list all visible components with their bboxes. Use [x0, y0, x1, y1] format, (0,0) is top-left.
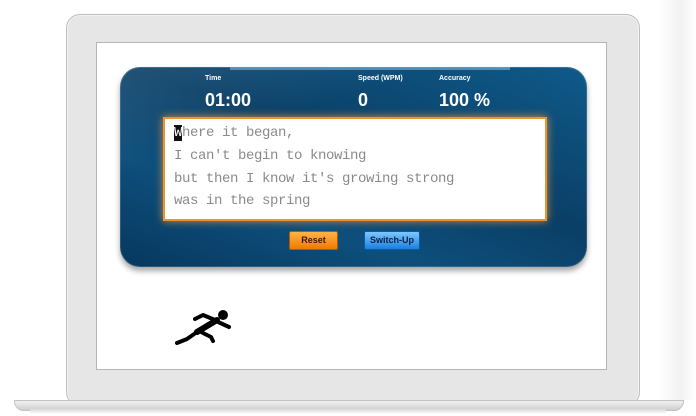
text-line-3: but then I know it's growing strong [174, 171, 455, 187]
background-decoration [658, 0, 696, 400]
text-line-2: I can't begin to knowing [174, 148, 367, 164]
text-line-1: Where it began, [174, 125, 294, 141]
panel-highlight [230, 67, 510, 70]
speed-value: 0 [358, 90, 369, 110]
reset-button[interactable]: Reset [289, 231, 338, 250]
laptop-shadow [30, 409, 666, 414]
text-line-4: was in the spring [174, 193, 311, 209]
runner-icon [175, 310, 231, 345]
time-label: Time [205, 75, 222, 82]
accuracy-value: 100 % [439, 90, 491, 110]
speed-label: Speed (WPM) [358, 75, 403, 82]
typing-text-area[interactable]: Where it began, I can't begin to knowing… [163, 117, 547, 221]
text-line-1-rest: here it began, [182, 125, 295, 141]
typing-cursor: W [174, 125, 183, 141]
switch-up-button[interactable]: Switch-Up [364, 231, 420, 250]
time-value: 01:00 [205, 90, 252, 110]
accuracy-label: Accuracy [439, 75, 471, 82]
